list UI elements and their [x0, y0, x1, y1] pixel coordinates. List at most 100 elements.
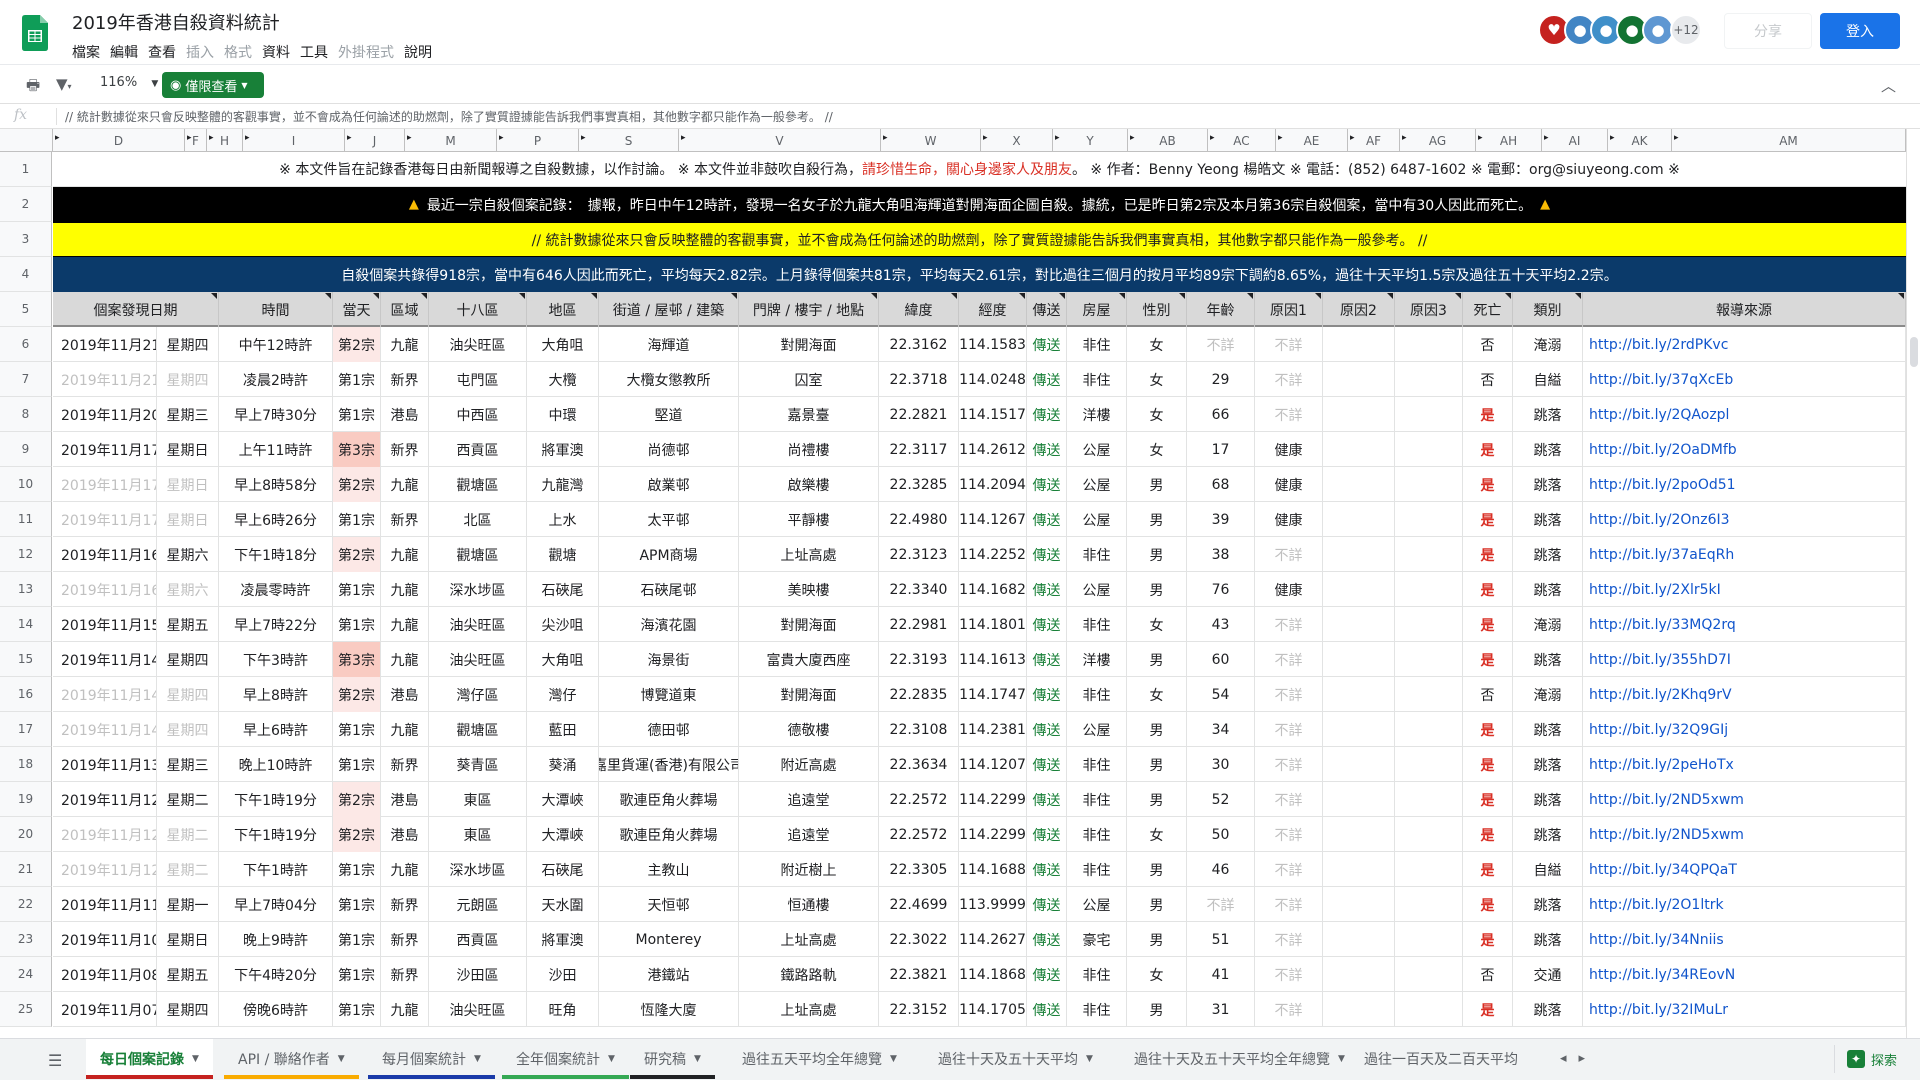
column-title[interactable]: 報導來源 [1583, 292, 1906, 327]
row-header[interactable]: 20 [0, 817, 52, 852]
menu-data[interactable]: 資料 [260, 40, 298, 64]
tab-scroll-arrows-icon[interactable]: ◂▸ [1560, 1051, 1597, 1066]
scrollbar-thumb[interactable] [1910, 337, 1918, 367]
chevron-down-icon[interactable]: ▼ [192, 1054, 199, 1064]
hidden-columns-arrow-icon[interactable]: ▸ [581, 133, 586, 143]
sheet-tab[interactable]: API / 聯絡作者 ▼ [224, 1039, 359, 1079]
row-header[interactable]: 12 [0, 537, 52, 572]
table-row[interactable]: 2019年11月12日星期二下午1時19分第2宗港島東區大潭峽歌連臣角火葬場追遠… [53, 782, 1906, 817]
menu-help[interactable]: 說明 [402, 40, 440, 64]
filter-corner-icon[interactable] [325, 293, 331, 299]
source-link[interactable]: http://bit.ly/34Nniis [1583, 922, 1906, 957]
hidden-columns-arrow-icon[interactable]: ▸ [187, 133, 192, 143]
summary-banner[interactable]: 自殺個案共錄得918宗，當中有646人因此而死亡，平均每天2.82宗。上月錄得個… [53, 257, 1906, 292]
filter-corner-icon[interactable] [1575, 293, 1581, 299]
column-title[interactable]: 個案發現日期 [53, 292, 219, 327]
column-title[interactable]: 時間 [219, 292, 333, 327]
row-header[interactable]: 15 [0, 642, 52, 677]
source-link[interactable]: http://bit.ly/2poOd51 [1583, 467, 1906, 502]
filter-corner-icon[interactable] [373, 293, 379, 299]
table-row[interactable]: 2019年11月11日星期一早上7時04分第1宗新界元朗區天水圍天恒邨恒通樓22… [53, 887, 1906, 922]
menu-view[interactable]: 查看 [146, 40, 184, 64]
row-header[interactable]: 18 [0, 747, 52, 782]
source-link[interactable]: http://bit.ly/37qXcEb [1583, 362, 1906, 397]
hidden-columns-arrow-icon[interactable]: ▸ [347, 133, 352, 143]
source-link[interactable]: http://bit.ly/33MQ2rq [1583, 607, 1906, 642]
row-header[interactable]: 4 [0, 257, 52, 292]
column-title[interactable]: 性別 [1127, 292, 1187, 327]
row-header[interactable]: 10 [0, 467, 52, 502]
hidden-columns-arrow-icon[interactable]: ▸ [1130, 133, 1135, 143]
column-header[interactable]: I ▸ [243, 129, 345, 152]
chevron-down-icon[interactable]: ▼ [608, 1054, 615, 1064]
table-row[interactable]: 2019年11月10日星期日晚上9時許第1宗新界西貢區將軍澳Monterey上址… [53, 922, 1906, 957]
sheet-tab[interactable]: 過往一百天及二百天平均 [1350, 1039, 1532, 1079]
column-header[interactable]: AK ▸ [1608, 129, 1672, 152]
hidden-columns-arrow-icon[interactable]: ▸ [499, 133, 504, 143]
column-title[interactable]: 十八區 [429, 292, 527, 327]
spreadsheet-grid[interactable]: D ▸ F ▸ H ▸ I ▸ J ▸ M ▸ P ▸ S ▸ V ▸ W ▸ X ▸ Y ▸ AB ▸ AC ▸ AE ▸ AF ▸ AG ▸ A… [0, 129, 1906, 1038]
hidden-columns-arrow-icon[interactable]: ▸ [1674, 133, 1679, 143]
table-row[interactable]: 2019年11月13日星期三晚上10時許第1宗新界葵青區葵涌嘉里貨運(香港)有限… [53, 747, 1906, 782]
column-title[interactable]: 門牌 / 樓宇 / 地點 [739, 292, 879, 327]
column-header[interactable]: J ▸ [345, 129, 405, 152]
share-button[interactable]: 分享 [1724, 13, 1812, 49]
filter-corner-icon[interactable] [519, 293, 525, 299]
source-link[interactable]: http://bit.ly/355hD7I [1583, 642, 1906, 677]
column-title[interactable]: 房屋 [1067, 292, 1127, 327]
column-header[interactable]: S ▸ [579, 129, 679, 152]
sheet-tab[interactable]: 過往五天平均全年總覽 ▼ [728, 1039, 911, 1079]
column-header[interactable]: AF ▸ [1348, 129, 1400, 152]
table-row[interactable]: 2019年11月12日星期二下午1時19分第2宗港島東區大潭峽歌連臣角火葬場追遠… [53, 817, 1906, 852]
source-link[interactable]: http://bit.ly/2O1ltrk [1583, 887, 1906, 922]
hidden-columns-arrow-icon[interactable]: ▸ [1350, 133, 1355, 143]
table-row[interactable]: 2019年11月17日星期日早上8時58分第2宗九龍觀塘區九龍灣啟業邨啟樂樓22… [53, 467, 1906, 502]
column-title[interactable]: 地區 [527, 292, 599, 327]
table-row[interactable]: 2019年11月08日星期五下午4時20分第1宗新界沙田區沙田港鐵站鐵路路軌22… [53, 957, 1906, 992]
vertical-scrollbar[interactable] [1906, 129, 1920, 1038]
menu-format[interactable]: 格式 [222, 40, 260, 64]
filter-corner-icon[interactable] [591, 293, 597, 299]
column-title[interactable]: 類別 [1513, 292, 1583, 327]
row-header[interactable]: 14 [0, 607, 52, 642]
column-title[interactable]: 年齡 [1187, 292, 1255, 327]
filter-corner-icon[interactable] [1315, 293, 1321, 299]
filter-corner-icon[interactable] [1019, 293, 1025, 299]
intro-banner[interactable]: ※ 本文件旨在記錄香港每日由新聞報導之自殺數據，以作討論。 ※ 本文件並非鼓吹自… [53, 152, 1906, 187]
menu-insert[interactable]: 插入 [184, 40, 222, 64]
chevron-down-icon[interactable]: ▼ [338, 1054, 345, 1064]
filter-corner-icon[interactable] [731, 293, 737, 299]
hidden-columns-arrow-icon[interactable]: ▸ [1402, 133, 1407, 143]
row-header[interactable]: 24 [0, 957, 52, 992]
row-header[interactable]: 7 [0, 362, 52, 397]
source-link[interactable]: http://bit.ly/2peHoTx [1583, 747, 1906, 782]
source-link[interactable]: http://bit.ly/2QAozpl [1583, 397, 1906, 432]
table-row[interactable]: 2019年11月20日星期三早上7時30分第1宗港島中西區中環堅道嘉景臺22.2… [53, 397, 1906, 432]
table-row[interactable]: 2019年11月21日星期四凌晨2時許第1宗新界屯門區大欖大欖女懲教所囚室22.… [53, 362, 1906, 397]
chevron-up-icon[interactable]: ︿ [1881, 75, 1896, 96]
source-link[interactable]: http://bit.ly/32IMuLr [1583, 992, 1906, 1027]
document-title[interactable]: 2019年香港自殺資料統計 [72, 9, 280, 35]
hidden-columns-arrow-icon[interactable]: ▸ [1210, 133, 1215, 143]
column-header[interactable]: AB ▸ [1128, 129, 1208, 152]
column-title[interactable]: 區域 [381, 292, 429, 327]
source-link[interactable]: http://bit.ly/37aEqRh [1583, 537, 1906, 572]
column-header[interactable]: P ▸ [497, 129, 579, 152]
hidden-columns-arrow-icon[interactable]: ▸ [681, 133, 686, 143]
column-header[interactable]: AE ▸ [1276, 129, 1348, 152]
column-title[interactable]: 原因3 [1395, 292, 1463, 327]
column-header[interactable]: AC ▸ [1208, 129, 1276, 152]
row-header[interactable]: 16 [0, 677, 52, 712]
row-header[interactable]: 19 [0, 782, 52, 817]
column-header[interactable]: Y ▸ [1053, 129, 1128, 152]
column-header[interactable]: F ▸ [185, 129, 207, 152]
table-row[interactable]: 2019年11月07日星期四傍晚6時許第1宗九龍油尖旺區旺角恆隆大廈上址高處22… [53, 992, 1906, 1027]
table-row[interactable]: 2019年11月16日星期六下午1時18分第2宗九龍觀塘區觀塘APM商場上址高處… [53, 537, 1906, 572]
sheet-tab[interactable]: 每日個案記錄 ▼ [86, 1039, 213, 1079]
select-all-corner[interactable] [0, 129, 53, 152]
hidden-columns-arrow-icon[interactable]: ▸ [983, 133, 988, 143]
source-link[interactable]: http://bit.ly/2Xlr5kI [1583, 572, 1906, 607]
source-link[interactable]: http://bit.ly/2Khq9rV [1583, 677, 1906, 712]
filter-corner-icon[interactable] [1505, 293, 1511, 299]
sheet-tab[interactable]: 研究稿 ▼ [630, 1039, 715, 1079]
